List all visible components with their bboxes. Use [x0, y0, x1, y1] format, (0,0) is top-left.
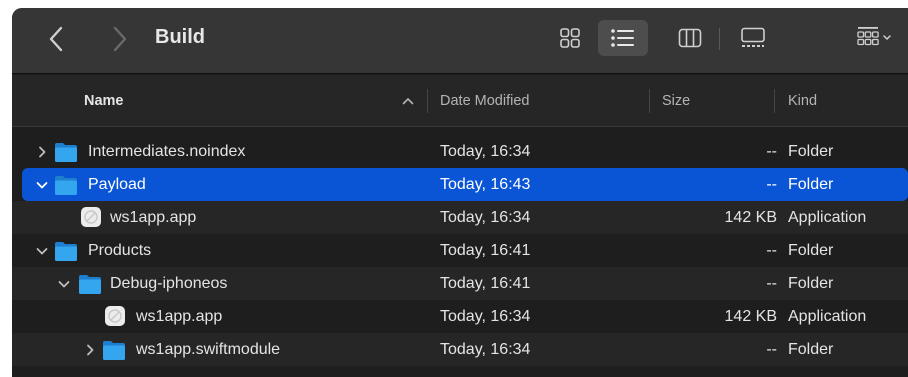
chevron-right-icon[interactable] — [84, 344, 96, 356]
column-view-icon — [678, 28, 702, 48]
column-header-kind[interactable]: Kind — [788, 93, 817, 109]
app-icon — [81, 207, 101, 227]
icon-view-button[interactable] — [552, 20, 588, 56]
item-date-modified: Today, 16:43 — [440, 176, 531, 193]
item-date-modified: Today, 16:34 — [440, 341, 531, 358]
chevron-right-icon[interactable] — [36, 146, 48, 158]
toolbar: Build — [12, 8, 908, 74]
list-item[interactable]: ws1app.app Today, 16:34 142 KB Applicati… — [12, 300, 908, 333]
list-item[interactable]: ws1app.app Today, 16:34 142 KB Applicati… — [12, 201, 908, 234]
item-date-modified: Today, 16:41 — [440, 275, 531, 292]
toolbar-divider — [719, 28, 720, 50]
column-header: Name Date Modified Size Kind — [12, 75, 908, 127]
item-name: Payload — [88, 176, 146, 193]
list-item[interactable]: Debug-iphoneos Today, 16:41 -- Folder — [12, 267, 908, 300]
item-kind: Application — [788, 209, 867, 226]
item-name: ws1app.app — [136, 308, 223, 325]
list-item-selected[interactable]: Payload Today, 16:43 -- Folder — [22, 168, 908, 201]
gallery-view-button[interactable] — [731, 20, 775, 56]
item-date-modified: Today, 16:41 — [440, 242, 531, 259]
chevron-down-icon[interactable] — [58, 278, 70, 290]
item-kind: Folder — [788, 242, 834, 259]
item-name: ws1app.app — [110, 209, 197, 226]
back-button[interactable] — [42, 22, 72, 56]
column-header-size[interactable]: Size — [662, 93, 690, 109]
list-item[interactable]: Products Today, 16:41 -- Folder — [12, 234, 908, 267]
item-kind: Application — [788, 308, 867, 325]
finder-window: Build Name Date Modified Size Kind Inter… — [12, 8, 908, 377]
item-date-modified: Today, 16:34 — [440, 143, 531, 160]
item-name: Products — [88, 242, 152, 259]
item-size: -- — [766, 275, 777, 292]
list-view-icon — [611, 29, 634, 47]
item-kind: Folder — [788, 275, 834, 292]
chevron-down-icon[interactable] — [36, 179, 48, 191]
list-item[interactable]: ws1app.swiftmodule Today, 16:34 -- Folde… — [12, 333, 908, 366]
item-size: 142 KB — [724, 209, 777, 226]
icon-view-icon — [560, 28, 580, 48]
list-item[interactable]: Intermediates.noindex Today, 16:34 -- Fo… — [12, 135, 908, 168]
item-name: Intermediates.noindex — [88, 143, 246, 160]
folder-icon — [55, 143, 77, 162]
window-title: Build — [155, 26, 205, 48]
folder-icon — [55, 176, 77, 195]
item-kind: Folder — [788, 143, 834, 160]
column-separator[interactable] — [427, 89, 428, 113]
gallery-view-icon — [741, 27, 765, 47]
column-header-date-modified[interactable]: Date Modified — [440, 93, 529, 109]
chevron-down-icon[interactable] — [36, 245, 48, 257]
group-icon — [857, 27, 891, 46]
sort-ascending-icon — [402, 97, 414, 105]
item-size: -- — [766, 242, 777, 259]
folder-icon — [79, 275, 101, 294]
group-button[interactable] — [854, 20, 894, 56]
column-view-button[interactable] — [672, 20, 708, 56]
chevron-right-icon — [113, 26, 127, 52]
item-name: Debug-iphoneos — [110, 275, 228, 292]
item-size: -- — [766, 143, 777, 160]
column-separator[interactable] — [774, 89, 775, 113]
item-date-modified: Today, 16:34 — [440, 308, 531, 325]
item-kind: Folder — [788, 341, 834, 358]
folder-icon — [103, 341, 125, 360]
column-header-name[interactable]: Name — [84, 93, 124, 109]
item-date-modified: Today, 16:34 — [440, 209, 531, 226]
app-icon — [105, 306, 125, 326]
file-list: Intermediates.noindex Today, 16:34 -- Fo… — [12, 135, 908, 366]
forward-button[interactable] — [104, 22, 134, 56]
item-size: -- — [766, 341, 777, 358]
list-view-button[interactable] — [598, 20, 648, 56]
item-size: -- — [766, 176, 777, 193]
item-name: ws1app.swiftmodule — [136, 341, 281, 358]
item-kind: Folder — [788, 176, 834, 193]
column-separator[interactable] — [649, 89, 650, 113]
item-size: 142 KB — [724, 308, 777, 325]
chevron-left-icon — [49, 26, 63, 52]
folder-icon — [55, 242, 77, 261]
